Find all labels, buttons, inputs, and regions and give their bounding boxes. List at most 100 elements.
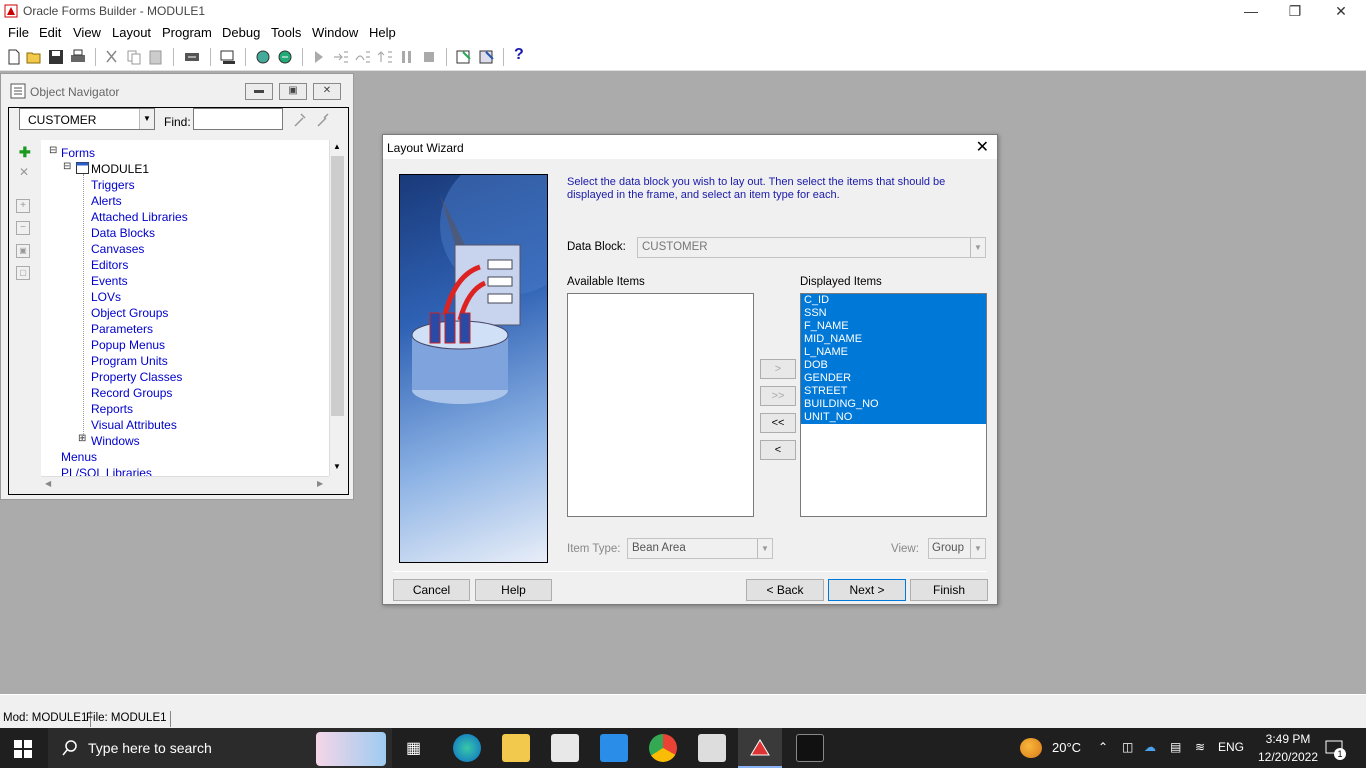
- tree-node-module1[interactable]: MODULE1: [91, 162, 149, 176]
- tree-node-object-groups[interactable]: Object Groups: [91, 306, 168, 320]
- list-item[interactable]: STREET: [801, 385, 986, 398]
- list-item[interactable]: C_ID: [801, 294, 986, 307]
- expand-all-icon[interactable]: ▣: [16, 244, 30, 258]
- save-icon[interactable]: [47, 48, 65, 66]
- edge-icon[interactable]: [453, 734, 481, 762]
- find-next-icon[interactable]: [292, 111, 310, 129]
- clock-date[interactable]: 12/20/2022: [1250, 750, 1326, 764]
- tree-node-events[interactable]: Events: [91, 274, 128, 288]
- expand-toggle-icon[interactable]: ⊞: [78, 433, 86, 444]
- tree-node-record-groups[interactable]: Record Groups: [91, 386, 172, 400]
- list-item[interactable]: F_NAME: [801, 320, 986, 333]
- menu-tools[interactable]: Tools: [271, 25, 301, 40]
- scroll-down-icon[interactable]: ▼: [333, 462, 341, 471]
- move-all-left-button[interactable]: <<: [760, 413, 796, 433]
- create-icon[interactable]: ✚: [19, 144, 31, 161]
- delete-icon[interactable]: ✕: [19, 165, 29, 179]
- restore-button[interactable]: ❐: [1272, 0, 1318, 23]
- step-into-icon[interactable]: [332, 48, 350, 66]
- move-all-right-button[interactable]: >>: [760, 386, 796, 406]
- scroll-thumb[interactable]: [331, 156, 344, 416]
- available-items-list[interactable]: [567, 293, 754, 517]
- move-right-button[interactable]: >: [760, 359, 796, 379]
- mail-icon[interactable]: [600, 734, 628, 762]
- scroll-left-icon[interactable]: ◀: [45, 479, 51, 488]
- onedrive-icon[interactable]: ☁: [1144, 740, 1156, 754]
- tree-node-attached-libraries[interactable]: Attached Libraries: [91, 210, 188, 224]
- stop-icon[interactable]: [420, 48, 438, 66]
- step-out-icon[interactable]: [376, 48, 394, 66]
- new-icon[interactable]: [5, 48, 23, 66]
- find-previous-icon[interactable]: [315, 111, 333, 129]
- terminal-icon[interactable]: [796, 734, 824, 762]
- paste-icon[interactable]: [147, 48, 165, 66]
- list-item[interactable]: GENDER: [801, 372, 986, 385]
- tree-node-data-blocks[interactable]: Data Blocks: [91, 226, 155, 240]
- app-installer-icon[interactable]: [698, 734, 726, 762]
- go-icon[interactable]: [310, 48, 328, 66]
- open-icon[interactable]: [25, 48, 43, 66]
- navigator-close-button[interactable]: ✕: [313, 83, 341, 100]
- run-form-icon[interactable]: [254, 48, 272, 66]
- menu-file[interactable]: File: [8, 25, 29, 40]
- navigator-maximize-button[interactable]: ▣: [279, 83, 307, 100]
- cut-icon[interactable]: [103, 48, 121, 66]
- tree-node-popup-menus[interactable]: Popup Menus: [91, 338, 165, 352]
- next-button[interactable]: Next >: [828, 579, 906, 601]
- help-button[interactable]: Help: [475, 579, 552, 601]
- connect-icon[interactable]: [183, 48, 201, 66]
- network-icon[interactable]: ▤: [1170, 740, 1181, 754]
- scroll-up-icon[interactable]: ▲: [333, 142, 341, 151]
- tree-node-visual-attributes[interactable]: Visual Attributes: [91, 418, 177, 432]
- menu-debug[interactable]: Debug: [222, 25, 260, 40]
- wizard-close-icon[interactable]: ✕: [976, 137, 989, 157]
- menu-help[interactable]: Help: [369, 25, 396, 40]
- list-item[interactable]: BUILDING_NO: [801, 398, 986, 411]
- file-explorer-icon[interactable]: [502, 734, 530, 762]
- collapse-icon[interactable]: −: [16, 221, 30, 235]
- back-button[interactable]: < Back: [746, 579, 824, 601]
- collapse-toggle-icon[interactable]: ⊟: [63, 161, 71, 172]
- navigator-minimize-button[interactable]: ▬: [245, 83, 273, 100]
- tree-node-forms[interactable]: Forms: [61, 146, 95, 160]
- tree-node-windows[interactable]: Windows: [91, 434, 140, 448]
- windows-start-icon[interactable]: [14, 740, 32, 758]
- copy-icon[interactable]: [125, 48, 143, 66]
- store-icon[interactable]: [551, 734, 579, 762]
- tree-vertical-scrollbar[interactable]: ▲ ▼: [329, 140, 345, 476]
- chevron-down-icon[interactable]: ▼: [139, 109, 154, 129]
- chevron-up-icon[interactable]: ⌃: [1098, 740, 1108, 754]
- step-over-icon[interactable]: [354, 48, 372, 66]
- close-button[interactable]: ✕: [1318, 0, 1364, 23]
- displayed-items-list[interactable]: C_ID SSN F_NAME MID_NAME L_NAME DOB GEND…: [800, 293, 987, 517]
- tree-node-program-units[interactable]: Program Units: [91, 354, 168, 368]
- task-view-icon[interactable]: ▦: [406, 738, 421, 758]
- scroll-right-icon[interactable]: ▶: [317, 479, 323, 488]
- layout-wizard-icon[interactable]: [478, 48, 496, 66]
- tree-node-editors[interactable]: Editors: [91, 258, 128, 272]
- wifi-icon[interactable]: ≋: [1195, 740, 1205, 754]
- tree-node-property-classes[interactable]: Property Classes: [91, 370, 182, 384]
- tree-node-canvases[interactable]: Canvases: [91, 242, 144, 256]
- finish-button[interactable]: Finish: [910, 579, 988, 601]
- temperature[interactable]: 20°C: [1052, 740, 1081, 755]
- weather-icon[interactable]: [1020, 738, 1042, 758]
- tree-node-parameters[interactable]: Parameters: [91, 322, 153, 336]
- list-item[interactable]: MID_NAME: [801, 333, 986, 346]
- print-icon[interactable]: [69, 48, 87, 66]
- tree-horizontal-scrollbar[interactable]: ◀ ▶: [41, 476, 329, 492]
- language-indicator[interactable]: ENG: [1218, 740, 1244, 754]
- minimize-button[interactable]: —: [1228, 0, 1274, 23]
- menu-window[interactable]: Window: [312, 25, 358, 40]
- cancel-button[interactable]: Cancel: [393, 579, 470, 601]
- compile-icon[interactable]: [219, 48, 237, 66]
- tree-node-reports[interactable]: Reports: [91, 402, 133, 416]
- clock-time[interactable]: 3:49 PM: [1258, 732, 1318, 746]
- list-item[interactable]: UNIT_NO: [801, 411, 986, 424]
- find-input[interactable]: [193, 108, 283, 130]
- tree-node-plsql-libraries[interactable]: PL/SQL Libraries: [61, 466, 152, 476]
- list-item[interactable]: L_NAME: [801, 346, 986, 359]
- move-left-button[interactable]: <: [760, 440, 796, 460]
- tree-node-alerts[interactable]: Alerts: [91, 194, 122, 208]
- collapse-all-icon[interactable]: ▢: [16, 266, 30, 280]
